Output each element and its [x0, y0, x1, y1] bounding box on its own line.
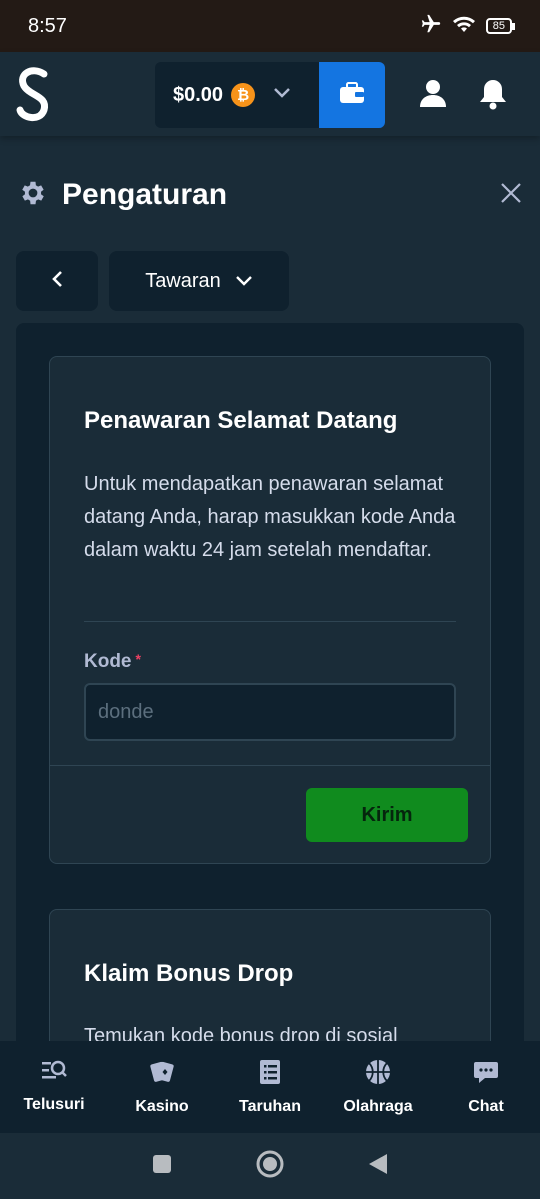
chevron-down-icon: [273, 86, 291, 104]
bell-icon[interactable]: [478, 78, 508, 115]
cards-icon: [149, 1059, 175, 1090]
nav-item-taruhan[interactable]: Taruhan: [216, 1041, 324, 1133]
balance-amount: $0.00: [173, 83, 224, 106]
divider: [50, 765, 490, 766]
code-label: Kode *: [84, 651, 141, 673]
code-input[interactable]: [84, 683, 456, 741]
wifi-icon: [452, 14, 476, 39]
nav-item-chat[interactable]: Chat: [432, 1041, 540, 1133]
wallet-icon: [339, 81, 365, 109]
nav-label: Kasino: [135, 1098, 189, 1115]
chat-icon: [473, 1059, 499, 1090]
section-dropdown-label: Tawaran: [145, 269, 221, 292]
nav-item-telusuri[interactable]: Telusuri: [0, 1041, 108, 1133]
system-nav-bar: [0, 1133, 540, 1199]
bottom-nav: Telusuri Kasino Taruhan Olahraga Chat: [0, 1041, 540, 1133]
home-icon[interactable]: [255, 1149, 285, 1184]
nav-label: Taruhan: [239, 1098, 301, 1115]
close-icon[interactable]: [500, 182, 522, 209]
welcome-offer-title: Penawaran Selamat Datang: [84, 407, 398, 434]
stake-logo[interactable]: [14, 64, 54, 124]
chevron-left-icon: [51, 270, 63, 293]
offers-panel: Penawaran Selamat Datang Untuk mendapatk…: [16, 323, 524, 1083]
welcome-offer-description: Untuk mendapatkan penawaran selamat data…: [84, 473, 456, 561]
divider: [84, 621, 456, 622]
back-triangle-icon[interactable]: [367, 1152, 389, 1181]
airplane-icon: [420, 13, 442, 40]
bitcoin-icon: ₿: [231, 83, 256, 107]
code-label-text: Kode: [84, 651, 132, 672]
wallet-button[interactable]: [319, 62, 385, 128]
back-button[interactable]: [16, 251, 98, 311]
search-list-icon: [41, 1059, 67, 1088]
nav-label: Telusuri: [23, 1096, 85, 1113]
nav-label: Olahraga: [343, 1098, 413, 1115]
welcome-offer-card: Penawaran Selamat Datang Untuk mendapatk…: [49, 356, 491, 864]
top-bar: $0.00 ₿: [0, 52, 540, 136]
chevron-down-icon: [235, 270, 253, 293]
status-time: 8:57: [28, 14, 67, 37]
submit-button[interactable]: Kirim: [306, 788, 468, 842]
nav-item-olahraga[interactable]: Olahraga: [324, 1041, 432, 1133]
balance-selector[interactable]: $0.00 ₿: [155, 62, 319, 128]
page-title: Pengaturan: [62, 178, 228, 211]
section-dropdown[interactable]: Tawaran: [109, 251, 289, 311]
nav-item-kasino[interactable]: Kasino: [108, 1041, 216, 1133]
nav-label: Chat: [468, 1098, 504, 1115]
gear-icon: [18, 178, 48, 213]
recents-icon[interactable]: [151, 1153, 173, 1180]
betslip-icon: [259, 1059, 281, 1090]
status-bar: 8:57 85: [0, 0, 540, 52]
basketball-icon: [365, 1059, 391, 1090]
required-mark: *: [135, 651, 141, 667]
user-icon[interactable]: [418, 78, 448, 113]
battery-indicator: 85: [485, 18, 516, 34]
status-icons: 85: [420, 13, 516, 40]
settings-header: Pengaturan: [18, 172, 522, 218]
bonus-drop-title: Klaim Bonus Drop: [84, 960, 294, 987]
